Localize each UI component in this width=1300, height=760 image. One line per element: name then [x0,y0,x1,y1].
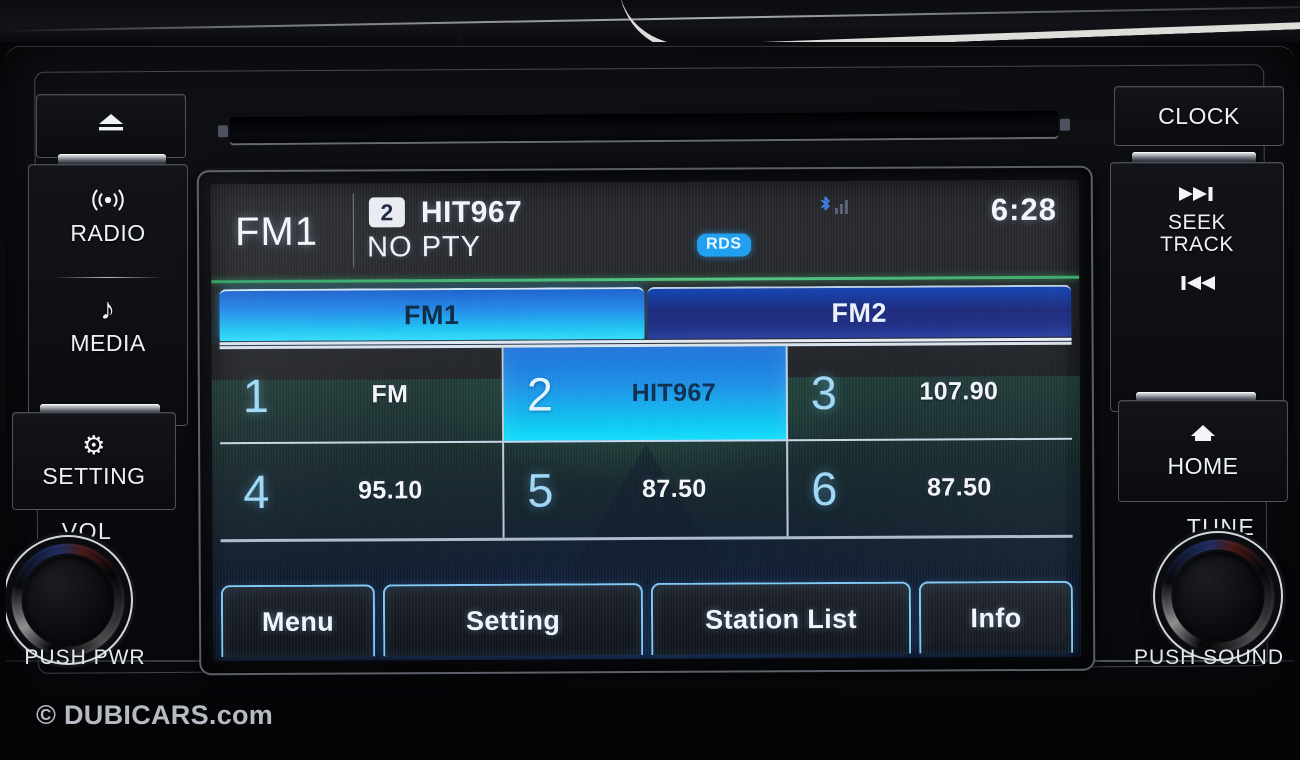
media-button-label: MEDIA [70,330,146,356]
screen-bezel: FM1 2 HIT967 NO PTY RDS 6:28 FM1 FM2 1 F… [196,165,1096,676]
info-button[interactable]: Info [918,580,1074,654]
preset-5-value: 87.50 [642,474,707,504]
info-button-label: Info [970,602,1022,633]
status-green-divider [211,275,1080,284]
home-button-label: HOME [1167,453,1239,479]
tune-knob[interactable] [1161,539,1275,653]
home-button[interactable]: HOME [1118,400,1288,502]
preset-button-4[interactable]: 4 95.10 [220,442,505,540]
preset-button-1[interactable]: 1 FM [219,347,505,445]
program-type-label: NO PTY [367,230,482,264]
gear-icon: ⚙ [82,430,106,460]
bluetooth-signal-bars-icon [834,198,848,215]
preset-3-value: 107.90 [919,377,999,406]
home-icon [1189,422,1217,448]
setting-soft-button-label: Setting [465,604,561,636]
station-list-button[interactable]: Station List [650,581,912,655]
bluetooth-icon [819,195,832,217]
setting-soft-button[interactable]: Setting [382,583,644,657]
right-button-panel: CLOCK SEEK TRACK HOME TUNE PUSH SOUND [1104,46,1294,706]
setting-button[interactable]: ⚙ SETTING [12,412,176,510]
dashboard-top-trim [0,0,1300,42]
radio-button-label: RADIO [70,220,146,246]
clock-display: 6:28 [990,191,1057,228]
cd-slot-tab-left [217,125,229,138]
preset-button-5[interactable]: 5 87.50 [504,441,789,538]
preset-4-number: 4 [243,464,270,519]
lcd-screen: FM1 2 HIT967 NO PTY RDS 6:28 FM1 FM2 1 F… [210,179,1082,662]
preset-grid: 1 FM 2 HIT967 3 107.90 4 95.10 5 87.50 6… [219,344,1073,540]
preset-6-number: 6 [811,461,838,516]
seek-label-line1: SEEK [1167,211,1227,234]
music-note-icon: ♪ [100,293,116,326]
tune-knob-label: TUNE [1186,514,1256,540]
current-preset-badge: 2 [368,197,405,228]
cd-slot-tab-right [1059,118,1071,131]
setting-button-label: SETTING [42,463,146,489]
radio-waves-icon [89,189,127,215]
tune-knob-sheen [1161,539,1275,653]
preset-button-2[interactable]: 2 HIT967 [503,346,789,443]
band-tab-bar: FM1 FM2 [219,284,1072,342]
radio-media-button-group[interactable]: RADIO ♪ MEDIA [28,164,188,426]
volume-knob[interactable] [11,543,125,657]
eject-icon [96,112,126,136]
status-bar: FM1 2 HIT967 NO PTY RDS 6:28 [211,180,1079,277]
cd-slot[interactable] [217,110,1071,144]
clock-button-label: CLOCK [1158,102,1240,129]
seek-label-line2: TRACK [1160,233,1234,257]
tab-fm1-label: FM1 [403,299,460,330]
soft-key-bar: Menu Setting Station List Info [220,580,1074,658]
preset-5-number: 5 [527,463,554,517]
preset-6-value: 87.50 [927,473,992,502]
eject-button[interactable] [36,94,186,158]
preset-1-number: 1 [242,368,270,423]
menu-button[interactable]: Menu [220,584,376,658]
preset-3-number: 3 [810,366,838,420]
station-name: HIT967 [420,195,523,230]
current-band-label: FM1 [234,209,319,255]
preset-2-number: 2 [526,367,554,421]
radio-media-separator [53,277,163,278]
seek-track-button[interactable]: SEEK TRACK [1110,162,1284,412]
clock-button[interactable]: CLOCK [1114,86,1284,146]
seek-forward-icon [1175,185,1219,207]
tab-fm1[interactable]: FM1 [219,287,645,342]
preset-button-3[interactable]: 3 107.90 [787,344,1073,442]
tab-fm2[interactable]: FM2 [646,284,1072,339]
seek-back-icon [1175,274,1219,296]
rds-badge: RDS [697,233,751,257]
preset-button-6[interactable]: 6 87.50 [788,440,1072,536]
station-list-button-label: Station List [705,603,858,635]
preset-4-value: 95.10 [358,476,423,505]
watermark: © DUBICARS.com [36,700,274,730]
preset-2-value: HIT967 [631,378,717,408]
bluetooth-status-group [819,195,848,217]
status-divider [352,193,355,268]
left-button-panel: RADIO ♪ MEDIA ⚙ SETTING VOL PUSH PWR [6,46,196,706]
push-power-label: PUSH PWR [24,646,146,669]
head-unit-body: RADIO ♪ MEDIA ⚙ SETTING VOL PUSH PWR CLO… [6,46,1294,706]
volume-knob-sheen [11,543,125,657]
menu-button-label: Menu [261,606,335,637]
tab-fm2-label: FM2 [831,297,888,328]
preset-1-value: FM [371,380,409,409]
volume-knob-label: VOL [61,518,113,544]
push-sound-label: PUSH SOUND [1133,646,1285,669]
